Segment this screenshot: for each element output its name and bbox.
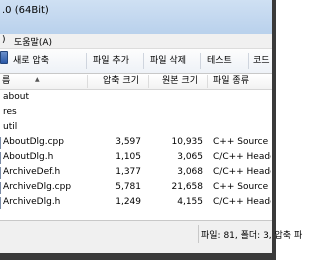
toolbar-separator	[200, 53, 201, 69]
item-type: C/C++ Header	[213, 152, 271, 162]
menu-bar: ) 도움말(A)	[0, 34, 272, 49]
title-bar[interactable]: .0 (64Bit)	[0, 0, 272, 34]
column-divider[interactable]	[207, 75, 208, 88]
new-archive-button[interactable]: 새로 압축	[13, 53, 49, 69]
new-archive-icon	[0, 51, 8, 64]
file-icon	[0, 152, 1, 164]
file-icon	[0, 197, 1, 209]
list-item[interactable]: AboutDlg.h 1,105 3,065 C/C++ Header	[0, 150, 272, 165]
item-original-size: 21,658	[171, 182, 204, 192]
col-original-size[interactable]: 원본 크기	[162, 74, 206, 89]
col-name[interactable]: 름	[2, 74, 82, 89]
list-item[interactable]: ArchiveDlg.h 1,249 4,155 C/C++ Header	[0, 195, 272, 210]
list-item[interactable]: ArchiveDlg.cpp 5,781 21,658 C++ Source	[0, 180, 272, 195]
list-empty-area	[0, 210, 272, 220]
item-name: util	[3, 122, 18, 132]
item-original-size: 3,065	[177, 152, 203, 162]
col-file-type[interactable]: 파일 종류	[213, 74, 271, 89]
item-type: C/C++ Header	[213, 167, 271, 177]
file-icon	[0, 137, 1, 149]
item-compressed-size: 3,597	[115, 137, 141, 147]
app-window: .0 (64Bit) ) 도움말(A) 새로 압축 파일 추가 파일 삭제 테스…	[0, 0, 302, 260]
item-type: C/C++ Header	[213, 197, 271, 207]
item-original-size: 4,155	[177, 197, 203, 207]
menu-item-previous[interactable]: )	[2, 35, 6, 45]
file-list: about res util AboutDlg.cpp 3,597 10,935…	[0, 90, 272, 210]
status-text: 파일: 81, 폴더: 3, 압축 파	[201, 231, 303, 241]
status-divider	[198, 225, 199, 243]
item-compressed-size: 1,249	[115, 197, 141, 207]
item-name: ArchiveDlg.cpp	[3, 182, 72, 192]
window-title: .0 (64Bit)	[2, 5, 49, 16]
list-item[interactable]: util	[0, 120, 272, 135]
item-name: AboutDlg.h	[3, 152, 54, 162]
column-divider[interactable]	[87, 75, 88, 88]
item-name: ArchiveDlg.h	[3, 197, 61, 207]
toolbar-separator	[143, 53, 144, 69]
item-name: AboutDlg.cpp	[3, 137, 64, 147]
file-icon	[0, 167, 1, 179]
item-compressed-size: 5,781	[115, 182, 141, 192]
test-button[interactable]: 테스트	[207, 53, 232, 69]
sort-up-icon: ▲	[35, 76, 40, 83]
item-compressed-size: 1,377	[115, 167, 141, 177]
list-item[interactable]: res	[0, 105, 272, 120]
col-compressed-size[interactable]: 압축 크기	[103, 74, 148, 89]
toolbar-separator	[86, 53, 87, 69]
status-bar: 파일: 81, 폴더: 3, 압축 파	[0, 220, 302, 253]
item-type: C++ Source	[213, 137, 269, 147]
toolbar-separator	[248, 53, 249, 69]
code-button[interactable]: 코드	[253, 53, 270, 69]
file-icon	[0, 182, 1, 194]
column-divider[interactable]	[148, 75, 149, 88]
delete-file-button[interactable]: 파일 삭제	[150, 53, 186, 69]
list-item[interactable]: about	[0, 90, 272, 105]
item-name: res	[3, 107, 17, 117]
list-item[interactable]: AboutDlg.cpp 3,597 10,935 C++ Source	[0, 135, 272, 150]
item-name: about	[3, 92, 29, 102]
add-file-button[interactable]: 파일 추가	[93, 53, 129, 69]
column-header: 름 ▲ 압축 크기 원본 크기 파일 종류	[0, 74, 272, 90]
toolbar: 새로 압축 파일 추가 파일 삭제 테스트 코드	[0, 49, 272, 74]
item-original-size: 3,068	[177, 167, 203, 177]
item-original-size: 10,935	[171, 137, 204, 147]
item-type: C++ Source	[213, 182, 269, 192]
menu-item-help[interactable]: 도움말(A)	[14, 35, 52, 48]
list-item[interactable]: ArchiveDef.h 1,377 3,068 C/C++ Header	[0, 165, 272, 180]
item-compressed-size: 1,105	[115, 152, 141, 162]
item-name: ArchiveDef.h	[3, 167, 61, 177]
